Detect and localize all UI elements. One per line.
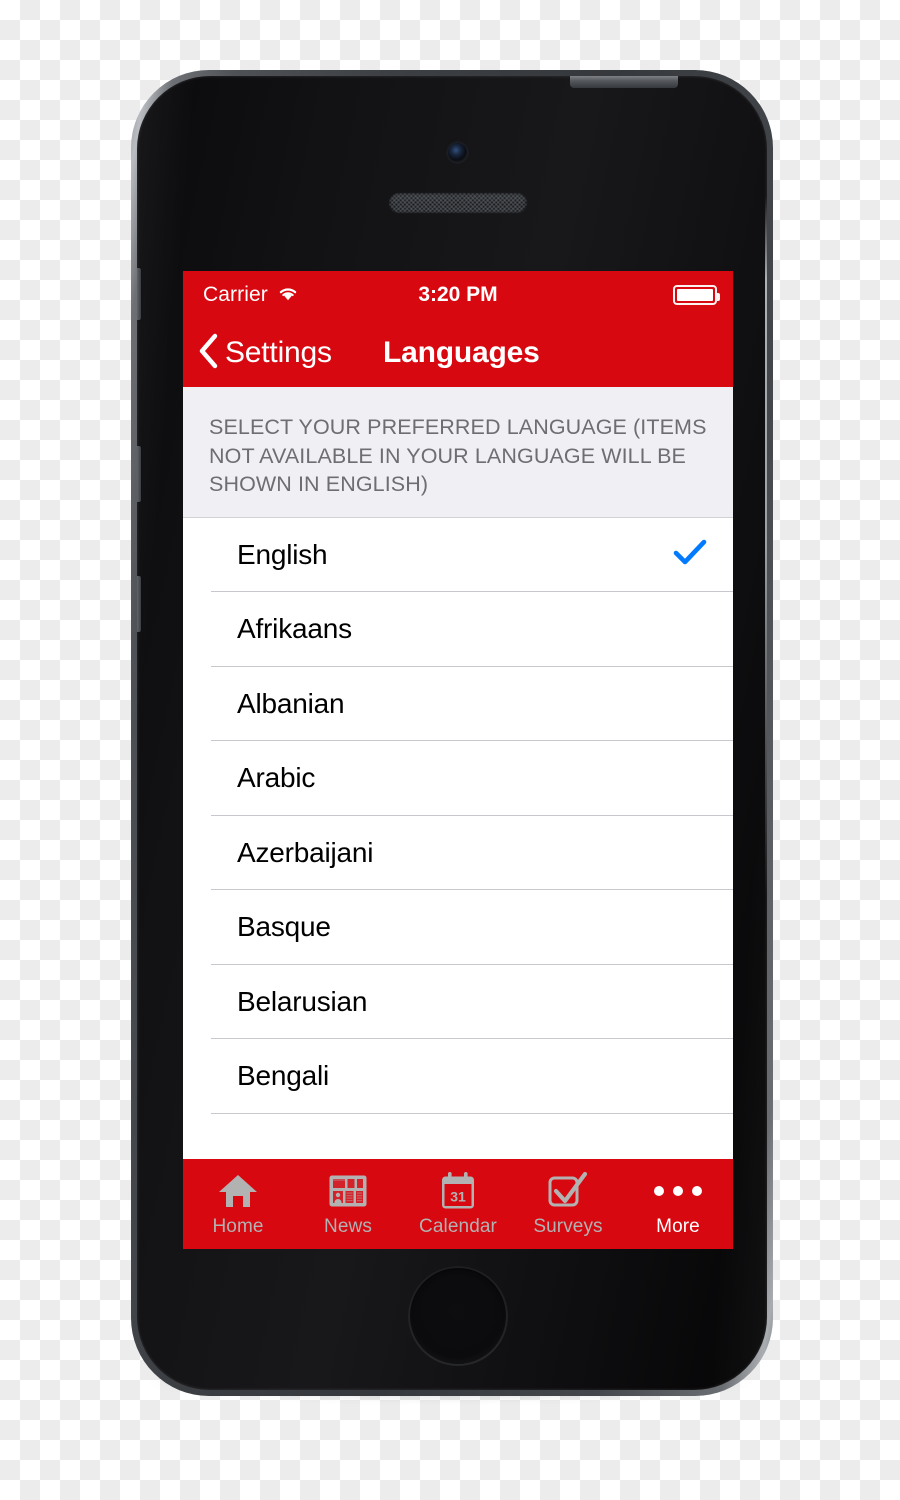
svg-text:31: 31 xyxy=(450,1189,466,1205)
language-row[interactable]: Bengali xyxy=(183,1039,733,1114)
ellipsis-icon xyxy=(654,1186,702,1196)
page-background: Carrier 3:20 PM Settings Languages SELEC… xyxy=(0,0,900,1500)
front-camera xyxy=(448,143,467,162)
language-row[interactable]: Azerbaijani xyxy=(183,816,733,890)
language-list: English Afrikaans Albanian Arabic Azerbaijan… xyxy=(183,517,733,1114)
language-row[interactable]: Basque xyxy=(183,890,733,965)
battery-icon xyxy=(673,285,720,305)
language-label: Basque xyxy=(237,911,331,943)
language-row[interactable]: Albanian xyxy=(183,667,733,741)
ellipsis-icon xyxy=(654,1170,702,1212)
language-label: Belarusian xyxy=(237,985,368,1017)
volume-down-button[interactable] xyxy=(137,576,141,632)
language-label: Arabic xyxy=(237,762,316,794)
iphone-device: Carrier 3:20 PM Settings Languages SELEC… xyxy=(131,62,773,1402)
language-row[interactable]: Belarusian xyxy=(183,965,733,1039)
section-header: SELECT YOUR PREFERRED LANGUAGE (ITEMS NO… xyxy=(183,387,733,518)
language-label: Azerbaijani xyxy=(237,836,374,868)
tab-item-home[interactable]: Home xyxy=(183,1159,293,1249)
status-bar-left: Carrier xyxy=(203,283,300,307)
navigation-bar: Settings Languages xyxy=(183,319,733,387)
tab-item-surveys[interactable]: Surveys xyxy=(513,1159,623,1249)
language-row[interactable]: Arabic xyxy=(183,741,733,816)
ellipsis-dot xyxy=(692,1186,702,1196)
tab-label: More xyxy=(656,1216,700,1237)
wifi-icon xyxy=(276,284,300,307)
ellipsis-dot xyxy=(673,1186,683,1196)
checkmark-icon xyxy=(673,538,707,571)
volume-up-button[interactable] xyxy=(137,446,141,502)
page-title: Languages xyxy=(383,336,540,369)
tab-label: Calendar xyxy=(419,1216,497,1237)
carrier-label: Carrier xyxy=(203,283,268,306)
home-icon xyxy=(217,1170,259,1212)
tab-bar: Home News 31 Calendar Surveys More xyxy=(183,1159,733,1249)
chevron-left-icon xyxy=(197,333,219,374)
tab-item-calendar[interactable]: 31 Calendar xyxy=(403,1159,513,1249)
news-icon xyxy=(328,1170,368,1212)
calendar-icon: 31 xyxy=(439,1170,477,1212)
list-separator xyxy=(211,1112,733,1114)
tab-label: Surveys xyxy=(533,1216,603,1237)
status-bar: Carrier 3:20 PM xyxy=(183,271,733,319)
tab-label: News xyxy=(324,1216,372,1237)
device-body: Carrier 3:20 PM Settings Languages SELEC… xyxy=(137,76,767,1390)
device-right-edge xyxy=(765,196,767,896)
language-label: Afrikaans xyxy=(237,613,352,645)
power-button[interactable] xyxy=(570,76,678,88)
back-button-label: Settings xyxy=(225,336,332,369)
language-label: Bengali xyxy=(237,1060,330,1092)
language-row[interactable]: Afrikaans xyxy=(183,592,733,667)
tab-item-news[interactable]: News xyxy=(293,1159,403,1249)
battery-fill xyxy=(677,289,713,301)
home-button[interactable] xyxy=(408,1266,508,1366)
survey-icon xyxy=(547,1170,589,1212)
earpiece-speaker xyxy=(389,193,527,213)
tab-label: Home xyxy=(212,1216,264,1237)
section-header-label: SELECT YOUR PREFERRED LANGUAGE (ITEMS NO… xyxy=(209,415,707,496)
back-button[interactable]: Settings xyxy=(183,333,332,374)
ellipsis-dot xyxy=(654,1186,664,1196)
language-label: English xyxy=(237,538,328,570)
language-label: Albanian xyxy=(237,687,345,719)
phone-screen: Carrier 3:20 PM Settings Languages SELEC… xyxy=(183,271,733,1249)
mute-switch[interactable] xyxy=(137,268,141,320)
language-row[interactable]: English xyxy=(183,518,733,592)
battery-cap xyxy=(717,293,720,301)
tab-item-more[interactable]: More xyxy=(623,1159,733,1249)
status-bar-right xyxy=(673,285,720,305)
